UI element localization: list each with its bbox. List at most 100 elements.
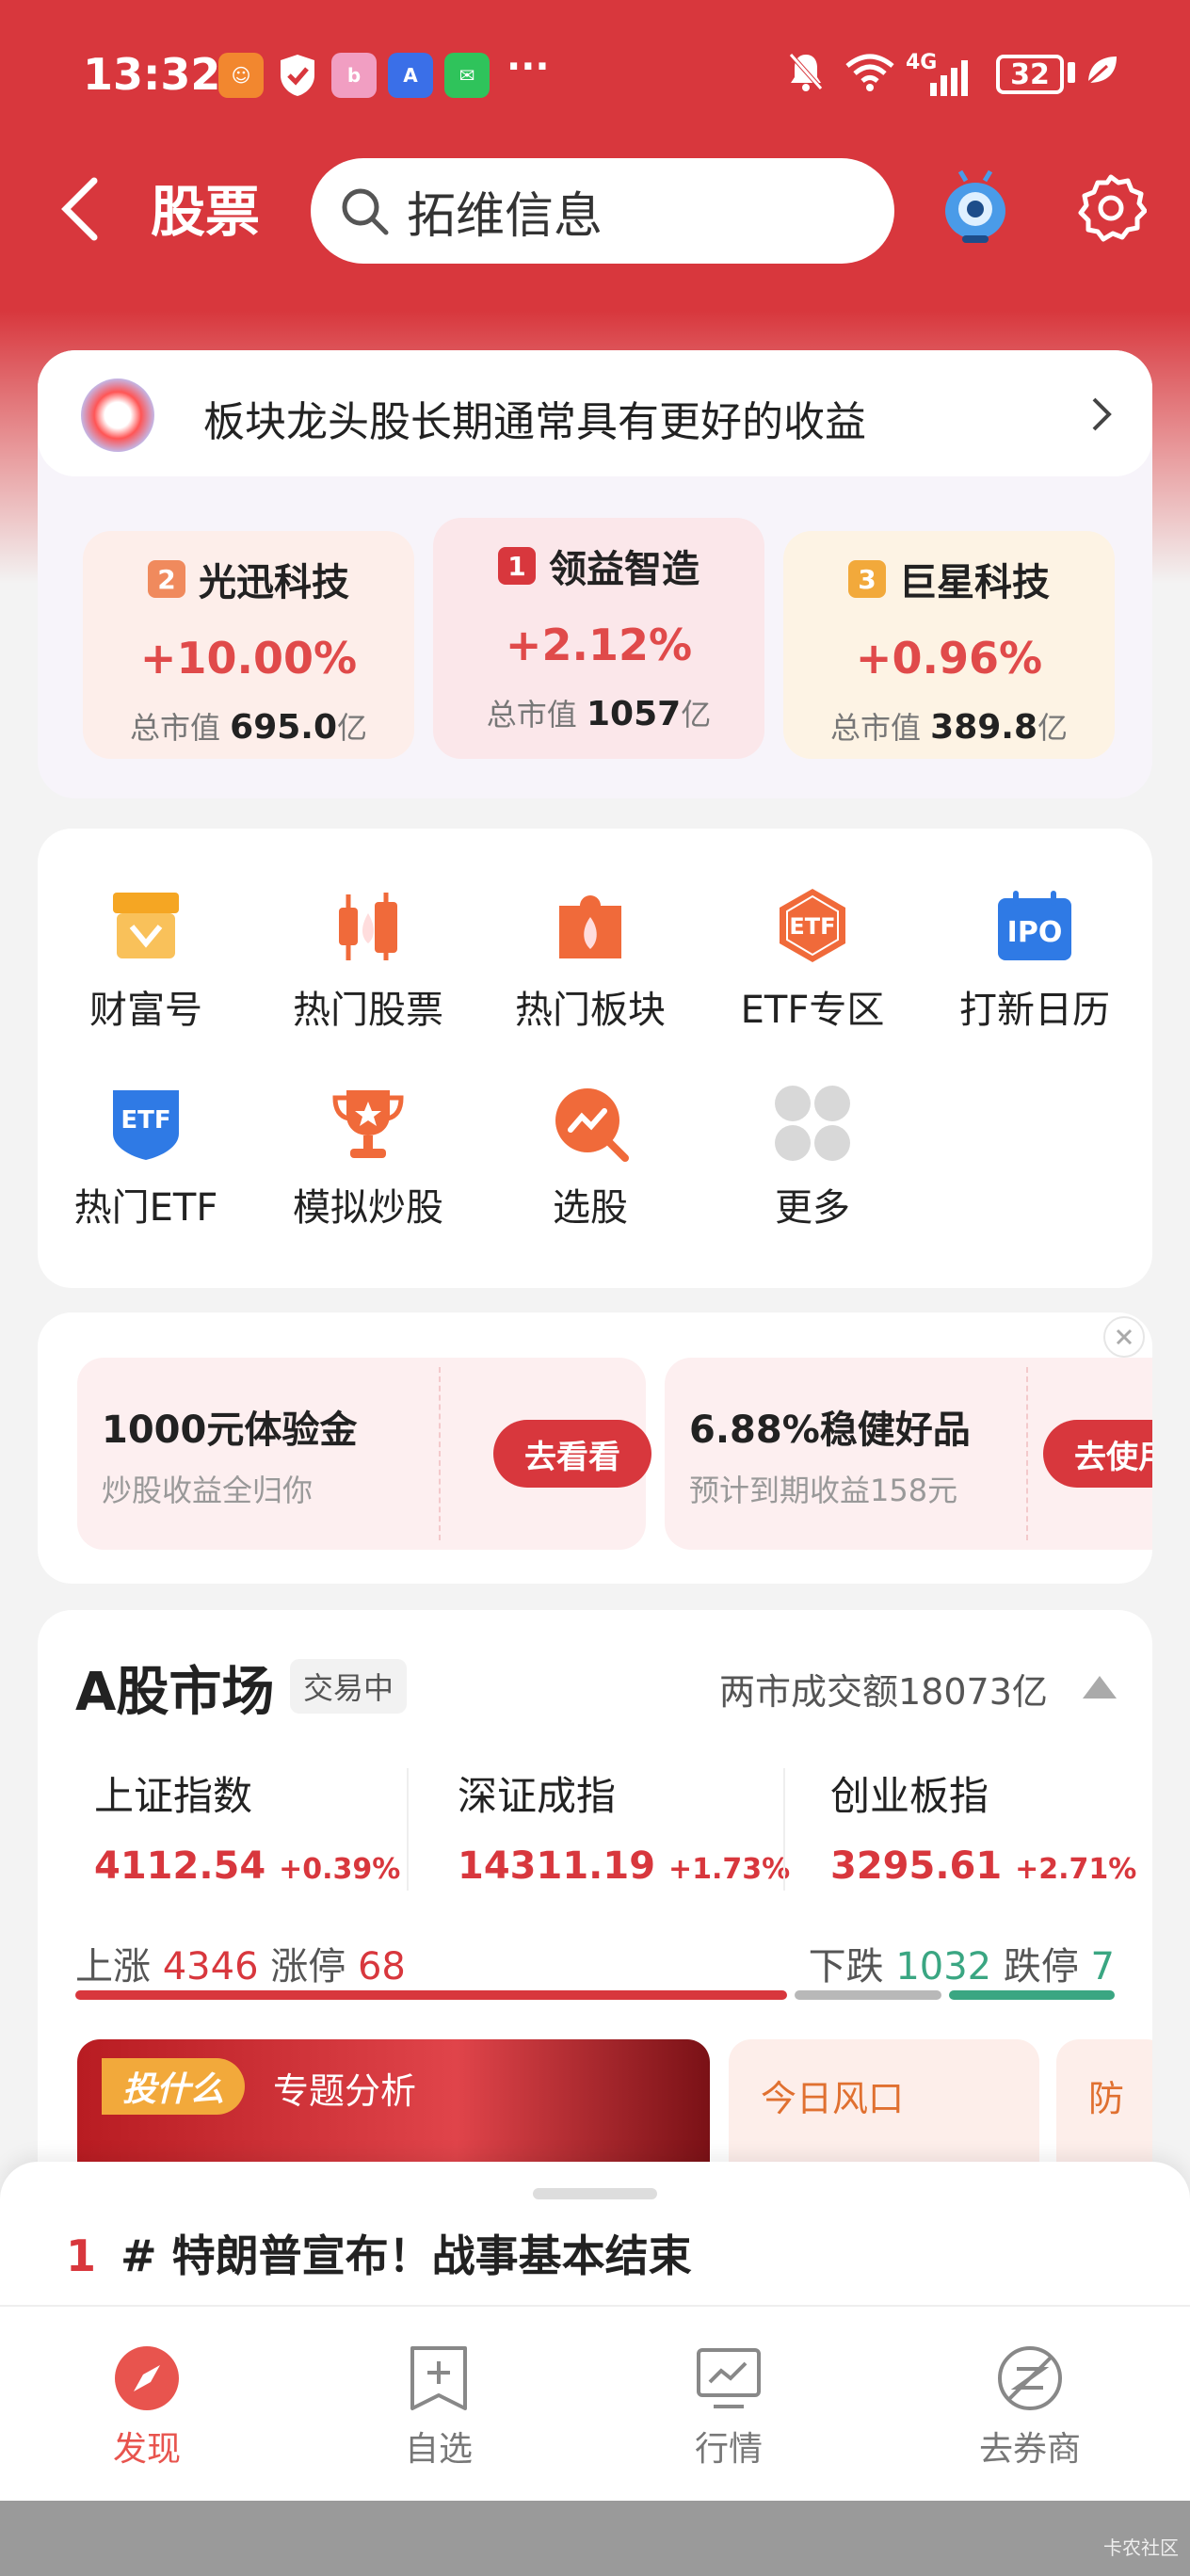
bottom-tab-bar: 发现 自选 行情 去券商: [0, 2305, 1190, 2501]
promo-subtitle: 预计到期收益158元: [689, 1473, 958, 1508]
shortcut-hot-sectors[interactable]: 热门板块: [482, 866, 699, 1055]
down-count: 1032: [895, 1945, 992, 1988]
rank-badge: 1: [498, 547, 536, 585]
promo-strip: 1000元体验金 炒股收益全归你 去看看 6.88%稳健好品 预计到期收益158…: [38, 1312, 1152, 1584]
page-title: 股票: [151, 180, 261, 244]
chevron-right-icon: [1092, 397, 1112, 431]
tab-label: 发现: [112, 2430, 181, 2469]
back-button[interactable]: [56, 171, 113, 247]
drag-handle[interactable]: [533, 2188, 657, 2199]
promo-card[interactable]: 1000元体验金 炒股收益全归你 去看看: [77, 1358, 651, 1550]
stock-card[interactable]: 3 巨星科技 +0.96% 总市值 389.8亿: [783, 531, 1115, 759]
tab-broker[interactable]: 去券商: [936, 2344, 1124, 2471]
banner-header[interactable]: 板块龙头股长期通常具有更好的收益: [38, 350, 1152, 476]
promo-title: 1000元体验金: [102, 1409, 358, 1452]
ai-orb-icon: [81, 378, 154, 452]
index-chinext[interactable]: 创业板指 3295.61 +2.71%: [830, 1764, 1152, 1888]
tab-market[interactable]: 行情: [635, 2344, 823, 2471]
news-text: # 特朗普宣布！战事基本结束: [121, 2230, 692, 2281]
news-rank: 1: [66, 2230, 97, 2281]
bilibili-app-icon: b: [331, 53, 377, 98]
battery-tip: [1068, 62, 1075, 83]
search-box[interactable]: 拓维信息: [311, 158, 894, 264]
shortcut-more[interactable]: 更多: [704, 1064, 921, 1252]
shortcut-etf-zone[interactable]: ETF ETF专区: [704, 866, 921, 1055]
shortcut-grid: 财富号 热门股票 热门板块 ETF ETF专区 IPO 打新日历 ETF 热门E…: [38, 829, 1152, 1288]
status-time: 13:32: [83, 49, 221, 100]
ipo-calendar-icon: IPO: [998, 891, 1071, 960]
shortcut-ipo-calendar[interactable]: IPO 打新日历: [926, 866, 1143, 1055]
index-name: 深证成指: [458, 1773, 617, 1819]
shield-icon: [275, 53, 320, 98]
stock-card[interactable]: 2 光迅科技 +10.00% 总市值 695.0亿: [83, 531, 414, 759]
stock-change: +10.00%: [139, 633, 358, 684]
promo-card[interactable]: 6.88%稳健好品 预计到期收益158元 去使用: [665, 1358, 1152, 1550]
broker-icon: [998, 2346, 1062, 2410]
mcap-value: 695.0: [230, 708, 338, 747]
promo-button[interactable]: 去看看: [493, 1420, 651, 1488]
stock-change: +0.96%: [855, 633, 1043, 684]
close-icon: [1116, 1328, 1133, 1345]
mcap-label: 总市值: [486, 697, 577, 733]
tab-label: 去券商: [978, 2430, 1081, 2469]
promo-divider: [1026, 1367, 1028, 1540]
index-change: +1.73%: [667, 1853, 791, 1886]
limit-down-label: 跌停: [1003, 1945, 1079, 1988]
etf-badge-icon: ETF: [780, 889, 845, 962]
candlestick-fire-icon: [339, 893, 397, 960]
chart-monitor-icon: [697, 2348, 761, 2408]
divider: [783, 1768, 785, 1891]
svg-text:IPO: IPO: [1007, 916, 1063, 949]
shortcut-label: 模拟炒股: [293, 1186, 443, 1230]
puzzle-fire-icon: [559, 895, 621, 958]
shortcut-hot-stocks[interactable]: 热门股票: [260, 866, 476, 1055]
stock-card[interactable]: 1 领益智造 +2.12% 总市值 1057亿: [433, 518, 764, 759]
compass-icon: [115, 2346, 179, 2410]
limit-down-count: 7: [1090, 1945, 1115, 1988]
shortcut-label: ETF专区: [740, 989, 885, 1032]
signal-icon: [909, 56, 975, 102]
tab-discover[interactable]: 发现: [53, 2344, 241, 2471]
index-value: 4112.54: [94, 1844, 266, 1888]
index-shanghai[interactable]: 上证指数 4112.54 +0.39%: [94, 1764, 433, 1888]
news-headline[interactable]: 1 # 特朗普宣布！战事基本结束: [66, 2222, 692, 2284]
index-value: 14311.19: [458, 1844, 656, 1888]
shortcut-hot-etf[interactable]: ETF 热门ETF: [38, 1064, 254, 1252]
shortcut-label: 财富号: [89, 989, 202, 1032]
search-input[interactable]: 拓维信息: [407, 176, 603, 247]
tab-label: 自选: [404, 2430, 473, 2469]
shortcut-simulated-trading[interactable]: 模拟炒股: [260, 1064, 476, 1252]
top-header: 股票 拓维信息: [0, 151, 1190, 264]
stock-name: 领益智造: [549, 548, 700, 591]
etf-shield-icon: ETF: [113, 1090, 179, 1160]
topic-tag: 投什么: [102, 2058, 246, 2115]
decline-bar: [949, 1990, 1115, 2000]
index-shenzhen[interactable]: 深证成指 14311.19 +1.73%: [458, 1764, 796, 1888]
shortcut-wealth[interactable]: 财富号: [38, 866, 254, 1055]
shortcut-label: 热门ETF: [73, 1186, 218, 1230]
tab-watchlist[interactable]: 自选: [345, 2344, 533, 2471]
collapse-triangle-icon[interactable]: [1081, 1674, 1118, 1700]
promo-button[interactable]: 去使用: [1043, 1420, 1152, 1488]
mcap-value: 389.8: [930, 708, 1038, 747]
trophy-icon: [332, 1090, 404, 1158]
settings-gear-icon[interactable]: [1075, 171, 1148, 243]
promo-title: 6.88%稳健好品: [689, 1409, 971, 1452]
mcap-unit: 亿: [1037, 710, 1069, 746]
mcap-unit: 亿: [337, 710, 368, 746]
tab-label: 行情: [694, 2430, 763, 2469]
up-label: 上涨: [75, 1945, 151, 1988]
turnover-text: 两市成交额18073亿: [719, 1671, 1048, 1713]
store-icon: [113, 893, 179, 958]
bookmark-add-icon: [410, 2346, 467, 2410]
shortcut-stock-picker[interactable]: 选股: [482, 1064, 699, 1252]
assistant-robot-icon[interactable]: [938, 169, 1013, 245]
advance-stats: 上涨 4346 涨停 68: [75, 1936, 406, 1990]
mcap-value: 1057: [586, 695, 682, 733]
promo-subtitle: 炒股收益全归你: [102, 1473, 314, 1508]
shortcut-label: 打新日历: [959, 989, 1110, 1032]
close-promo-button[interactable]: [1103, 1316, 1145, 1358]
chevron-left-icon: [61, 177, 98, 241]
system-nav-bar: [0, 2501, 1190, 2576]
leader-stocks-banner[interactable]: 板块龙头股长期通常具有更好的收益 2 光迅科技 +10.00% 总市值 695.0…: [38, 350, 1152, 798]
